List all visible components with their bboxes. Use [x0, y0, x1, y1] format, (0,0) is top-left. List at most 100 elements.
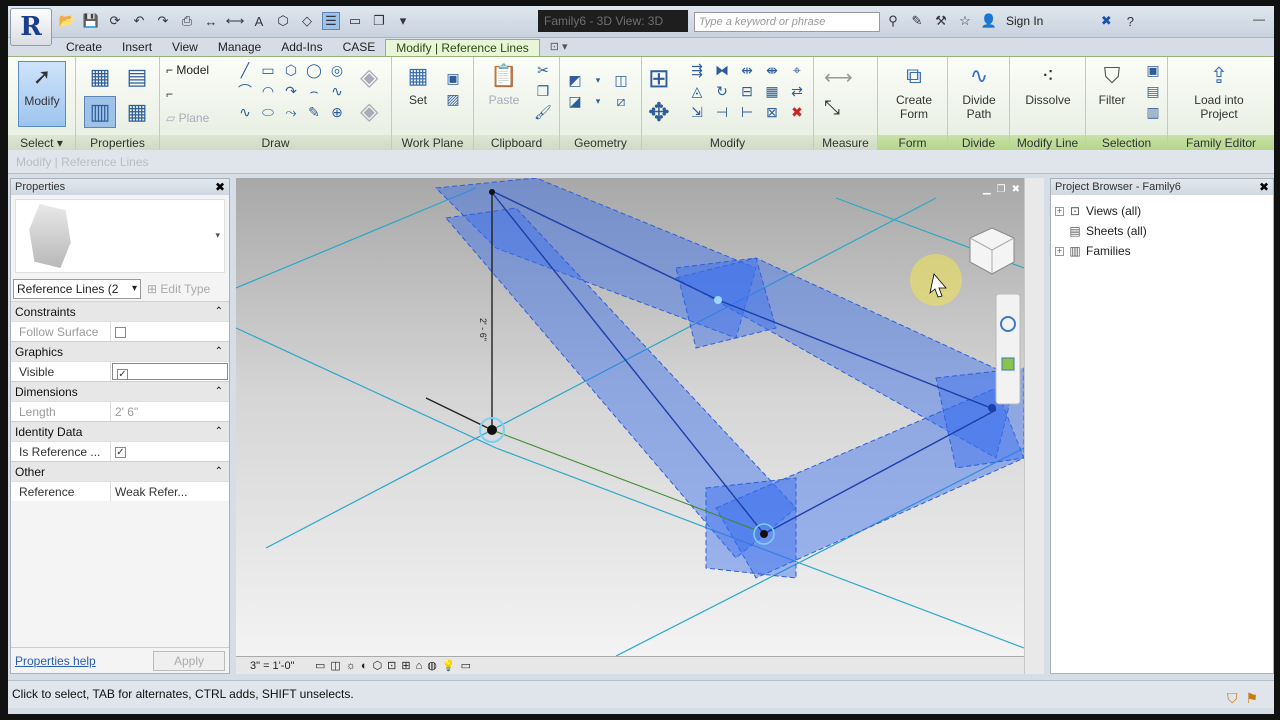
measure-distance-icon[interactable]: ⟷ [824, 65, 853, 90]
ribbon-minimize-icon[interactable]: ⊡ ▾ [540, 39, 578, 56]
keyword-search-input[interactable]: Type a keyword or phrase [694, 12, 880, 32]
filter-status-icon[interactable]: ⛉ [1227, 685, 1238, 711]
properties-grid-icon[interactable]: ▦ [84, 61, 116, 93]
section-graphics[interactable]: Graphics ⌃ [11, 341, 229, 361]
tab-insert[interactable]: Insert [112, 39, 162, 56]
tab-add-ins[interactable]: Add-Ins [271, 39, 332, 56]
expand-icon[interactable]: + [1055, 246, 1064, 256]
point-element-icon[interactable]: ✎ [305, 103, 323, 121]
selection-count-icon[interactable]: ⚑ [1245, 685, 1258, 711]
crop-icon[interactable]: ⊡ [387, 659, 396, 672]
worksharing-icon[interactable]: ▭ [461, 659, 471, 672]
tree-item-sheets[interactable]: ▤ Sheets (all) [1055, 221, 1269, 241]
subscription-icon[interactable]: ✎ [908, 12, 926, 30]
expand-icon[interactable]: + [1055, 206, 1064, 216]
follow-surface-checkbox[interactable] [115, 327, 126, 339]
section-other[interactable]: Other ⌃ [11, 461, 229, 481]
dissolve-button[interactable]: ⁖ Dissolve [1020, 61, 1076, 108]
copy-icon[interactable]: ❐ [534, 82, 552, 100]
viewer-icon[interactable]: ▨ [444, 90, 462, 108]
show-crop-icon[interactable]: ⊞ [401, 659, 410, 672]
draw-pick-option[interactable]: ⌐ [166, 87, 173, 101]
mirror-draw-icon[interactable]: ⇹ [738, 61, 756, 79]
sun-path-icon[interactable]: ☼ [346, 660, 356, 672]
tree-item-families[interactable]: + ▥ Families [1055, 241, 1269, 261]
circle-tan-icon[interactable]: ◎ [328, 61, 346, 79]
dropdown-icon[interactable]: ▾ [589, 92, 607, 110]
properties-help-link[interactable]: Properties help [15, 654, 96, 668]
aligned-dimension-icon[interactable]: ⤡ [824, 97, 840, 120]
text-icon[interactable]: A [250, 12, 268, 30]
viewport-close-icon[interactable]: ✖ [1012, 184, 1020, 195]
tab-view[interactable]: View [162, 39, 208, 56]
tab-manage[interactable]: Manage [208, 39, 271, 56]
copy-element-icon[interactable]: ◬ [688, 82, 706, 100]
user-icon[interactable]: 👤 [980, 12, 998, 30]
trim-multi-icon[interactable]: ⊢ [738, 103, 756, 121]
create-form-button[interactable]: ⧉ Create Form [886, 61, 942, 122]
section-constraints[interactable]: Constraints ⌃ [11, 301, 229, 321]
join-geometry-icon[interactable]: ◫ [612, 71, 630, 89]
close-icon[interactable]: ✖ [1259, 179, 1269, 195]
reference-plane-icon[interactable]: ◈ [360, 63, 378, 92]
section-dimensions[interactable]: Dimensions ⌃ [11, 381, 229, 401]
application-menu-button[interactable]: R [10, 8, 52, 46]
array-icon[interactable]: ▦ [763, 82, 781, 100]
thin-lines-icon[interactable]: ☰ [322, 12, 340, 30]
line-icon[interactable]: ╱ [236, 61, 254, 79]
binoculars-icon[interactable]: ⚲ [884, 12, 902, 30]
arc-tan-icon[interactable]: ↷ [282, 82, 300, 100]
surface-icon[interactable]: ◈ [360, 97, 378, 126]
split-icon[interactable]: ⇼ [763, 61, 781, 79]
viewport-minimize-icon[interactable]: ▁ [983, 184, 991, 195]
temp-hide-icon[interactable]: ◍ [427, 659, 437, 672]
close-icon[interactable]: ✖ [215, 179, 225, 195]
save-icon[interactable]: 💾 [82, 12, 100, 30]
delete-icon[interactable]: ✖ [788, 103, 806, 121]
divide-path-button[interactable]: ∿ Divide Path [954, 61, 1004, 122]
sign-in-link[interactable]: Sign In [1006, 14, 1043, 28]
unpin-icon[interactable]: ⇄ [788, 82, 806, 100]
paint-icon[interactable]: ◪ [566, 92, 584, 110]
switch-windows-icon[interactable]: ❐ [370, 12, 388, 30]
cut-icon[interactable]: ✂ [534, 61, 552, 79]
tab-create[interactable]: Create [56, 39, 112, 56]
mirror-axis-icon[interactable]: ⧓ [713, 61, 731, 79]
shadows-icon[interactable]: ◐ [361, 660, 368, 672]
ellipse-partial-icon[interactable]: ⬭ [259, 103, 277, 121]
offset-icon[interactable]: ⇶ [688, 61, 706, 79]
trim-icon[interactable]: ⊟ [738, 82, 756, 100]
default-3d-view-icon[interactable]: ⬡ [274, 12, 292, 30]
reveal-hidden-icon[interactable]: 💡 [442, 659, 456, 672]
section-identity-data[interactable]: Identity Data ⌃ [11, 421, 229, 441]
customize-qat-icon[interactable]: ▾ [394, 12, 412, 30]
help-icon[interactable]: ? [1121, 12, 1139, 30]
favorites-icon[interactable]: ☆ [956, 12, 974, 30]
paste-button[interactable]: 📋 Paste [480, 61, 528, 108]
tab-case[interactable]: CASE [333, 39, 386, 56]
3d-viewport[interactable]: 2' - 6" ▁ ❐ ✖ [236, 178, 1024, 656]
measure-icon[interactable]: ↔ [202, 12, 220, 30]
view-scale[interactable]: 3" = 1'-0" [250, 660, 310, 672]
modify-button[interactable]: ➚ Modify [18, 61, 66, 127]
print-icon[interactable]: ⎙ [178, 12, 196, 30]
tree-item-views[interactable]: + ⊡ Views (all) [1055, 201, 1269, 221]
type-preview[interactable]: ▾ [15, 199, 225, 273]
pick-face-icon[interactable]: ⊕ [328, 103, 346, 121]
close-hidden-icon[interactable]: ▭ [346, 12, 364, 30]
set-work-plane-button[interactable]: ▦ Set [398, 61, 438, 108]
filter-button[interactable]: ⛉ Filter [1092, 61, 1132, 108]
section-icon[interactable]: ◇ [298, 12, 316, 30]
select-pinned-icon[interactable]: ▥ [1144, 103, 1162, 121]
family-types-icon[interactable]: ▦ [121, 96, 153, 128]
arc-fillet-icon[interactable]: ⌢ [305, 82, 323, 100]
show-plane-icon[interactable]: ▣ [444, 69, 462, 87]
dropdown-icon[interactable]: ▾ [589, 71, 607, 89]
view-cube[interactable] [969, 227, 1015, 275]
model-canvas[interactable]: 2' - 6" [236, 178, 1024, 656]
scale-icon[interactable]: ⇲ [688, 103, 706, 121]
tab-modify-reference-lines[interactable]: Modify | Reference Lines [385, 39, 540, 56]
rectangle-icon[interactable]: ▭ [259, 61, 277, 79]
arc-center-icon[interactable]: ◠ [259, 82, 277, 100]
move-icon[interactable]: ✥ [648, 97, 670, 128]
